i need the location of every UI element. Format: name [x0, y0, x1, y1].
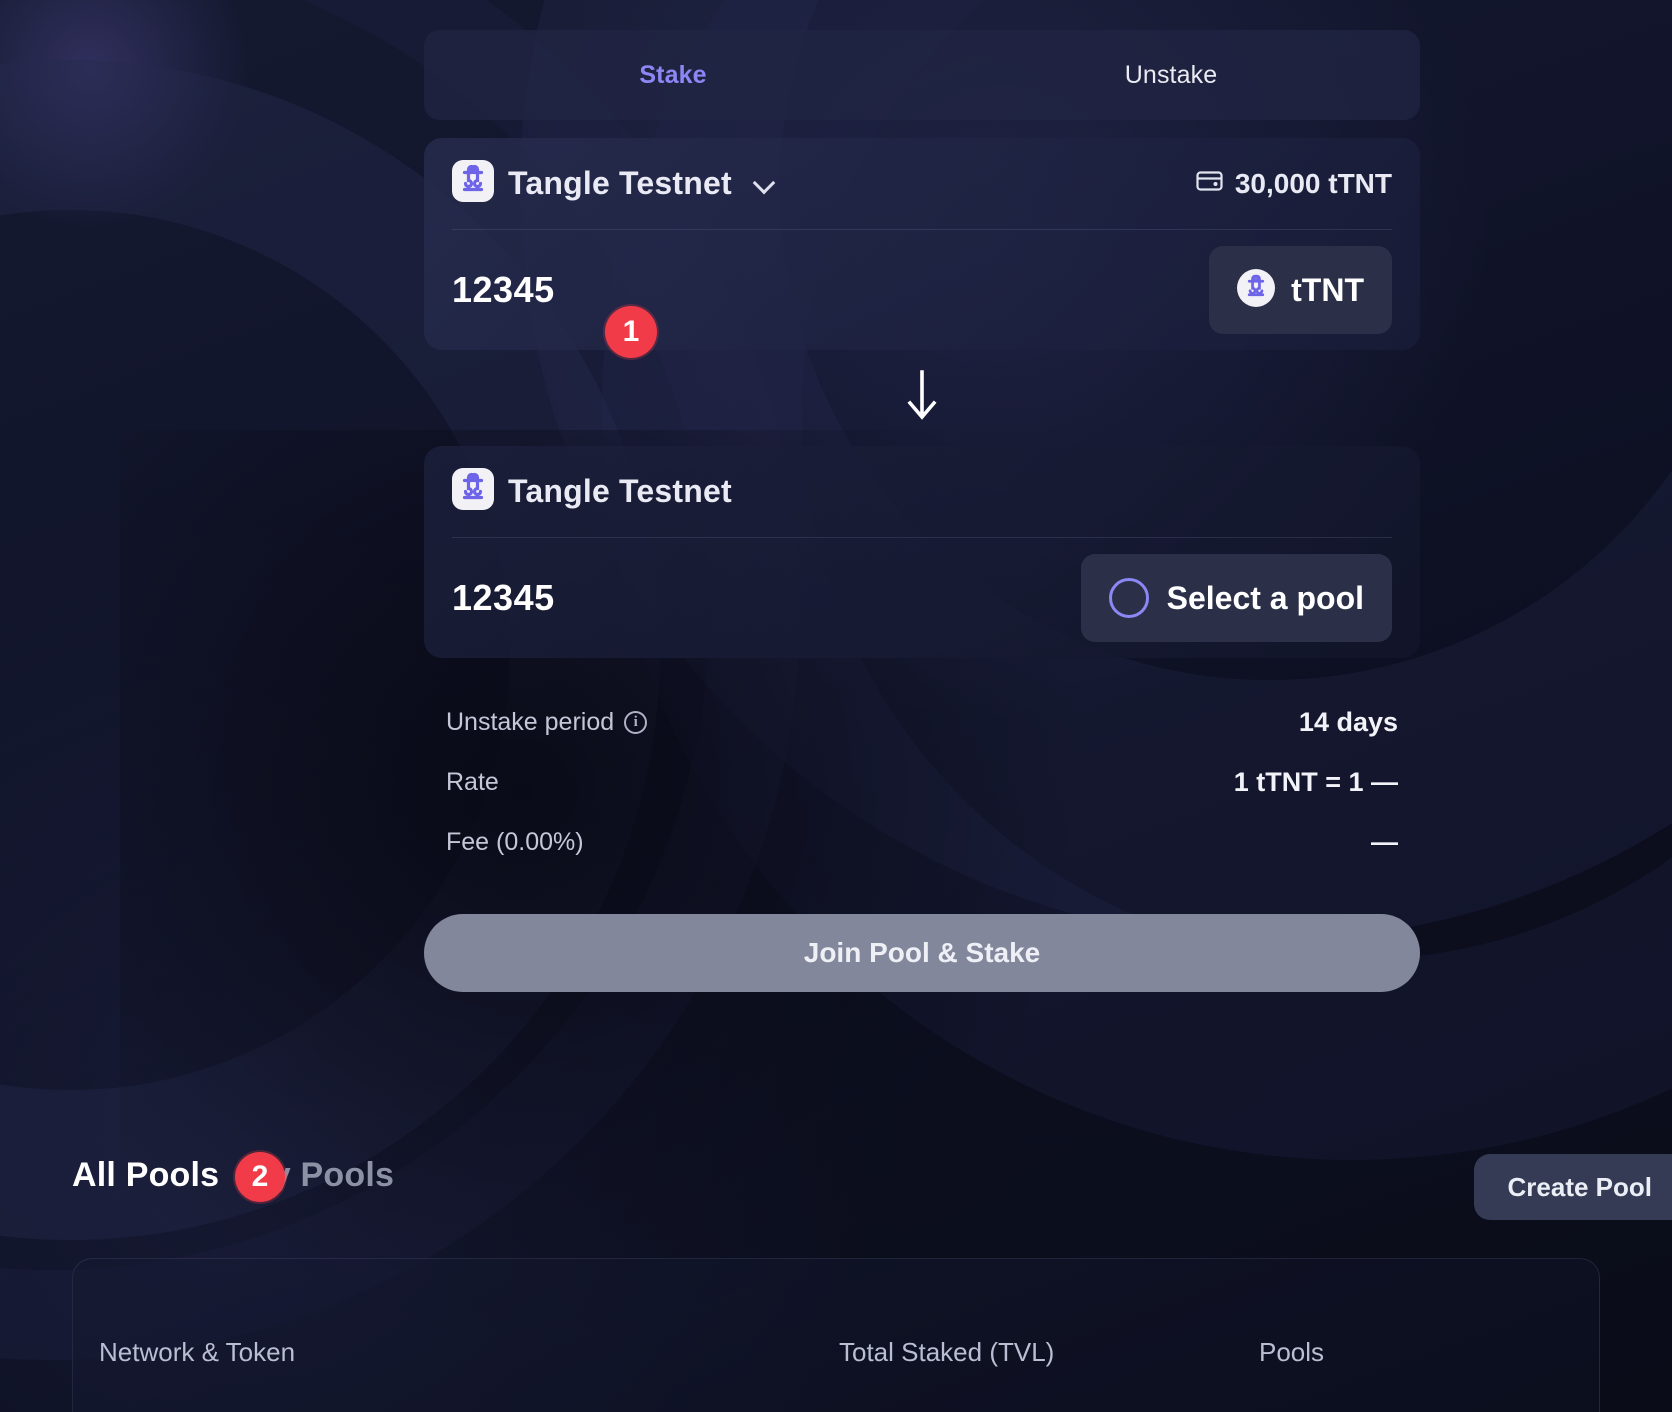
- from-network-selector[interactable]: Tangle Testnet: [452, 160, 776, 207]
- arrow-down-icon: [905, 369, 939, 427]
- app-root: Stake Unstake Tangle Testnet 30,000 tTNT…: [0, 0, 1672, 1412]
- pools-table-header: Network & Token Total Staked (TVL) Pools: [73, 1337, 1599, 1368]
- detail-row-fee: Fee (0.00%) —: [446, 812, 1398, 872]
- transaction-details: Unstake period i 14 days Rate 1 tTNT = 1…: [424, 692, 1420, 872]
- detail-row-rate: Rate 1 tTNT = 1 —: [446, 752, 1398, 812]
- select-pool-label: Select a pool: [1166, 579, 1364, 616]
- wallet-balance-amount: 30,000 tTNT: [1234, 167, 1392, 199]
- tab-unstake[interactable]: Unstake: [922, 30, 1420, 120]
- from-card: Tangle Testnet 30,000 tTNT 12345 tTNT: [424, 138, 1420, 350]
- chevron-down-icon[interactable]: [754, 173, 776, 195]
- tangle-logo-icon: [452, 468, 494, 515]
- unstake-period-label-text: Unstake period: [446, 707, 615, 736]
- rate-label: Rate: [446, 767, 499, 796]
- column-header-total-staked: Total Staked (TVL): [839, 1337, 1055, 1367]
- to-network-display: Tangle Testnet: [452, 468, 732, 515]
- annotation-badge-1: 1: [605, 306, 657, 358]
- tab-all-pools[interactable]: All Pools: [72, 1156, 219, 1195]
- stake-panel: Stake Unstake Tangle Testnet 30,000 tTNT…: [424, 30, 1420, 992]
- direction-separator: [424, 350, 1420, 446]
- to-card-header: Tangle Testnet: [452, 446, 1392, 538]
- from-amount-wrap: [452, 269, 882, 311]
- fee-value: —: [1371, 826, 1398, 857]
- to-card: Tangle Testnet Select a pool: [424, 446, 1420, 658]
- wallet-balance: 30,000 tTNT: [1196, 168, 1392, 200]
- token-label: tTNT: [1291, 271, 1364, 308]
- annotation-badge-2: 2: [235, 1152, 285, 1202]
- unstake-period-value: 14 days: [1298, 706, 1398, 737]
- column-header-pools: Pools: [1259, 1337, 1325, 1367]
- tab-stake[interactable]: Stake: [424, 30, 922, 120]
- amount-input[interactable]: [452, 269, 882, 311]
- rate-value: 1 tTNT = 1 —: [1233, 766, 1398, 797]
- tangle-logo-icon: [452, 160, 494, 207]
- fee-label: Fee (0.00%): [446, 827, 584, 856]
- circle-outline-icon: [1108, 578, 1149, 618]
- info-icon[interactable]: i: [624, 710, 648, 734]
- receive-amount-input: [452, 577, 882, 619]
- ttnt-token-icon: [1237, 268, 1276, 312]
- from-card-header: Tangle Testnet 30,000 tTNT: [452, 138, 1392, 230]
- unstake-period-label: Unstake period i: [446, 707, 648, 737]
- detail-row-unstake-period: Unstake period i 14 days: [446, 692, 1398, 752]
- from-card-body: tTNT: [452, 230, 1392, 350]
- to-network-name: Tangle Testnet: [508, 473, 732, 509]
- create-pool-button[interactable]: Create Pool: [1473, 1154, 1672, 1220]
- column-header-network-token: Network & Token: [99, 1337, 296, 1367]
- from-network-name: Tangle Testnet: [508, 165, 732, 201]
- join-pool-and-stake-button[interactable]: Join Pool & Stake: [424, 914, 1420, 992]
- to-amount-wrap: [452, 577, 882, 619]
- pools-table: Network & Token Total Staked (TVL) Pools: [72, 1258, 1600, 1412]
- wallet-icon: [1196, 168, 1223, 200]
- select-pool-button[interactable]: Select a pool: [1080, 554, 1392, 642]
- token-selector-button[interactable]: tTNT: [1209, 246, 1392, 334]
- to-card-body: Select a pool: [452, 538, 1392, 658]
- stake-unstake-tabs: Stake Unstake: [424, 30, 1420, 120]
